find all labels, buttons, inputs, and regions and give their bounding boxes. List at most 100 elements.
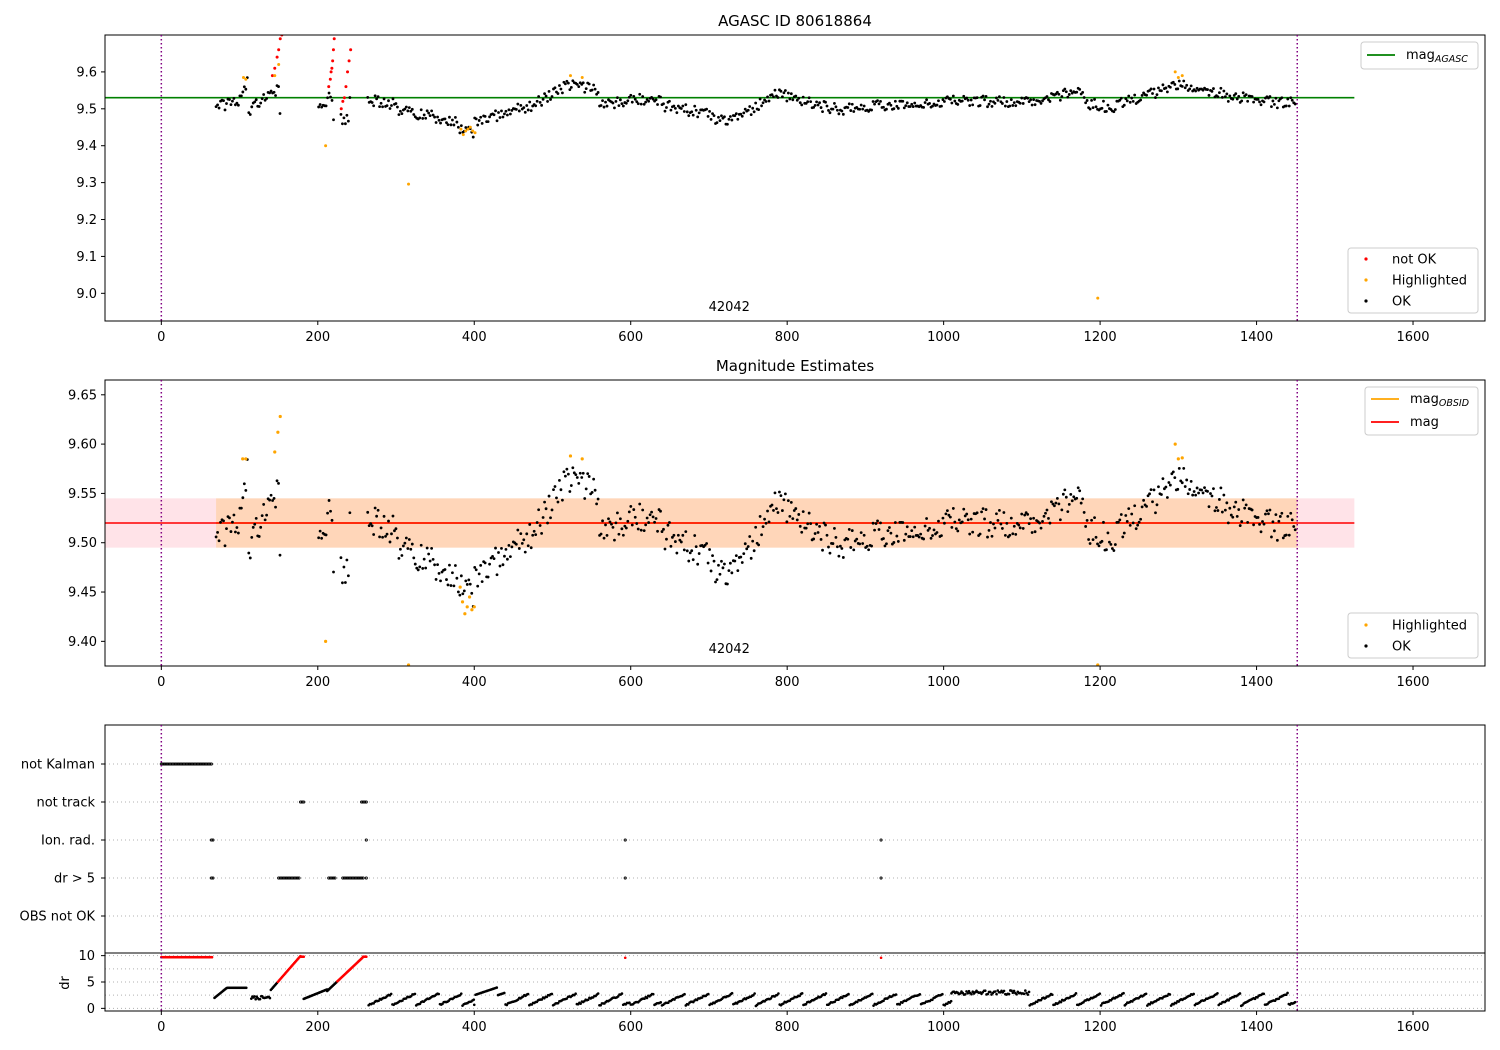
ok-point (983, 98, 986, 102)
ok-point (1003, 104, 1007, 108)
ok-point (831, 107, 835, 111)
ok-point (1155, 503, 1159, 507)
ok-point (928, 102, 931, 105)
flag-label: OBS not OK (20, 910, 96, 925)
ok-point (630, 100, 634, 104)
ok-point (391, 97, 395, 101)
ok-point (318, 529, 322, 533)
ok-point (599, 532, 603, 536)
ok-point (269, 493, 273, 497)
ok-point (728, 115, 732, 118)
highlighted-point (467, 595, 472, 599)
ok-point (559, 488, 563, 492)
ok-point (1173, 83, 1177, 86)
ok-point (1165, 496, 1169, 499)
highlighted-point (1096, 296, 1100, 300)
ok-point (375, 514, 379, 518)
ok-point (1197, 491, 1200, 495)
ok-point (1152, 488, 1156, 492)
ok-point (543, 500, 546, 504)
ok-point (728, 561, 732, 565)
ok-point (248, 113, 252, 116)
ok-point (540, 103, 544, 107)
highlighted-point (463, 612, 467, 616)
ok-point (342, 116, 346, 120)
ok-point (1218, 91, 1221, 95)
ok-point (990, 104, 994, 108)
ok-point (940, 104, 943, 108)
ok-point (318, 103, 322, 106)
magnitude-points-legend: Highlighted OK (1347, 612, 1479, 659)
ok-point (601, 99, 604, 103)
ok-point (645, 516, 649, 520)
obsid-annotation: 42042 (709, 642, 750, 657)
ok-point (818, 525, 821, 528)
ok-point (605, 104, 609, 108)
ok-point (819, 106, 823, 109)
ok-point (428, 559, 432, 563)
highlighted-point (1176, 457, 1180, 461)
ok-point (596, 497, 600, 501)
ok-point (911, 535, 915, 539)
ok-point (1122, 103, 1126, 107)
ok-point (394, 102, 398, 105)
ok-point (1235, 514, 1239, 518)
ok-point (838, 544, 842, 548)
ok-point (563, 82, 567, 86)
ok-point (385, 532, 389, 536)
ok-point (501, 115, 505, 119)
ok-point (734, 112, 738, 116)
ok-point (879, 99, 882, 103)
ok-point (1105, 548, 1108, 552)
dr-point (389, 992, 393, 996)
ok-point (987, 528, 991, 532)
ok-point (773, 491, 777, 495)
ok-point (1109, 542, 1113, 546)
flag-point (211, 876, 215, 880)
ok-point (840, 547, 844, 550)
ok-point (1106, 531, 1110, 535)
ok-point (412, 556, 416, 560)
ok-point (241, 90, 245, 94)
ok-point (231, 99, 234, 103)
ok-point (498, 564, 502, 568)
ok-point (601, 519, 604, 523)
ok-point (783, 492, 787, 496)
ok-point (494, 109, 497, 113)
flags-panel: not Kalman not track Ion. rad. dr > 5 OBS no… (20, 724, 1486, 954)
ok-point (522, 106, 526, 110)
ok-point (613, 106, 616, 110)
ok-point (412, 113, 416, 116)
ok-point (712, 559, 716, 563)
ok-point (806, 100, 810, 104)
legend-label: not OK (1392, 253, 1437, 268)
ok-point (740, 561, 744, 564)
magnitude-line-legend: magOBSIDmag (1364, 386, 1479, 436)
ok-point (925, 98, 928, 102)
ok-point (1180, 481, 1184, 485)
ok-point (1085, 99, 1089, 102)
ok-point (396, 105, 399, 109)
ok-point (757, 543, 761, 547)
ok-point (584, 487, 588, 491)
ok-point (804, 526, 808, 530)
dr-point (253, 995, 256, 998)
not-ok-point (349, 48, 353, 52)
ok-point (975, 96, 979, 100)
not-ok-point (277, 48, 281, 52)
ok-point (980, 510, 983, 514)
ok-point (1048, 521, 1052, 525)
ok-point (647, 99, 651, 103)
dr-point (459, 992, 463, 995)
ok-point (1212, 87, 1215, 90)
x-tick-label: 600 (618, 330, 643, 345)
ok-point (602, 105, 606, 109)
ok-point (1213, 509, 1217, 513)
ok-point (656, 103, 659, 106)
ok-point (754, 525, 758, 529)
ok-point (1003, 533, 1007, 537)
highlighted-point (472, 605, 476, 609)
ok-point (968, 532, 972, 536)
dr-point (502, 991, 506, 995)
ok-point (1042, 514, 1046, 518)
